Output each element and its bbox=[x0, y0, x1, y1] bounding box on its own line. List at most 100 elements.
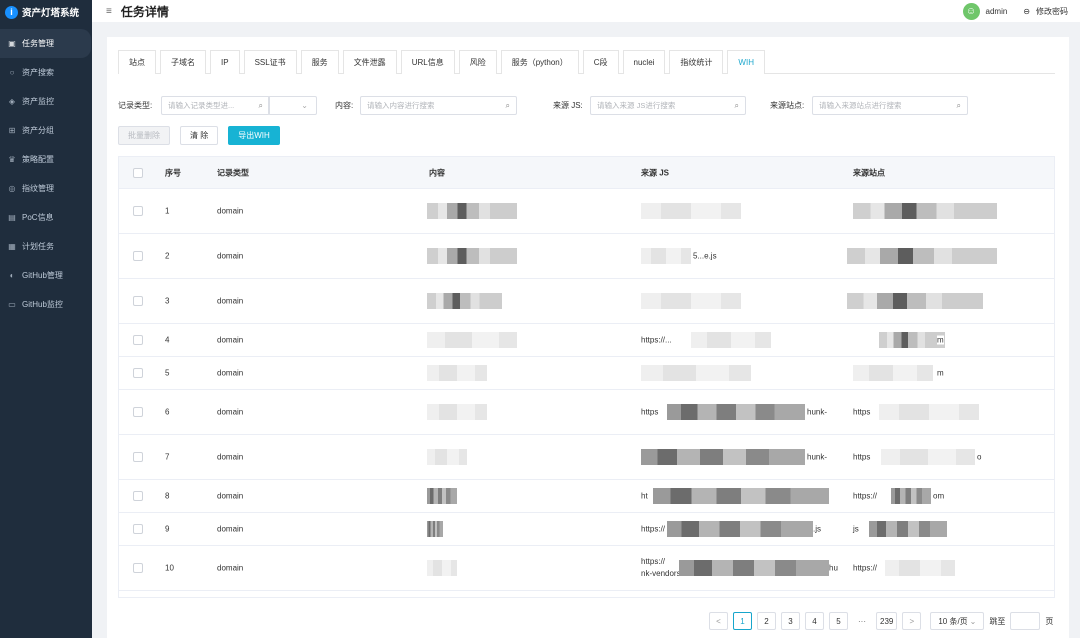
page-size-select[interactable]: 10 条/页 ⌄ bbox=[930, 612, 985, 630]
page-3[interactable]: 3 bbox=[781, 612, 800, 630]
sidebar-item-asset-search[interactable]: ○ 资产搜索 bbox=[0, 58, 92, 87]
redacted-js bbox=[691, 332, 771, 348]
tab-service[interactable]: 服务 bbox=[300, 50, 339, 74]
row-checkbox[interactable] bbox=[133, 251, 143, 261]
source-js-input[interactable]: 请输入来源 JS进行搜索 ⌕ bbox=[590, 96, 746, 115]
tab-ssl-cert[interactable]: SSL证书 bbox=[243, 50, 297, 74]
sidebar-item-github-monitor[interactable]: ▭ GitHub监控 bbox=[0, 290, 92, 319]
tab-c-segment[interactable]: C段 bbox=[582, 50, 619, 74]
record-type-placeholder: 请输入记录类型进... bbox=[168, 101, 235, 110]
prev-page-button[interactable]: < bbox=[709, 612, 728, 630]
row-checkbox[interactable] bbox=[133, 335, 143, 345]
sidebar: i 资产灯塔系统 ▣ 任务管理 ○ 资产搜索 ◈ 资产监控 ⊞ 资产分组 ♛ 策… bbox=[0, 0, 92, 638]
brand-title: 资产灯塔系统 bbox=[22, 8, 80, 19]
row-checkbox[interactable] bbox=[133, 407, 143, 417]
source-site-input[interactable]: 请输入来源站点进行搜索 ⌕ bbox=[812, 96, 968, 115]
redacted-site bbox=[879, 332, 945, 348]
github-icon: ◐ bbox=[9, 271, 15, 280]
tab-site[interactable]: 站点 bbox=[118, 50, 156, 74]
row-checkbox[interactable] bbox=[133, 563, 143, 573]
redacted-content bbox=[427, 332, 517, 348]
sidebar-item-poc-info[interactable]: ▤ PoC信息 bbox=[0, 203, 92, 232]
sidebar-item-label: 指纹管理 bbox=[22, 184, 54, 193]
next-page-button[interactable]: > bbox=[902, 612, 922, 630]
export-wih-button[interactable]: 导出WIH bbox=[228, 126, 280, 145]
top-header: ≡ 任务详情 ☺ admin ⊖ 修改密码 bbox=[92, 0, 1080, 22]
sidebar-item-fingerprint[interactable]: ◎ 指纹管理 bbox=[0, 174, 92, 203]
page-2[interactable]: 2 bbox=[757, 612, 776, 630]
source-js-tail: .js bbox=[813, 524, 821, 534]
tab-file-leak[interactable]: 文件泄露 bbox=[342, 50, 397, 74]
select-all-checkbox[interactable] bbox=[133, 167, 143, 178]
avatar[interactable]: ☺ bbox=[962, 2, 980, 20]
tab-ip[interactable]: IP bbox=[210, 50, 240, 74]
col-index: 序号 bbox=[165, 168, 181, 177]
content-input[interactable]: 请输入内容进行搜索 ⌕ bbox=[360, 96, 517, 115]
source-site-text: https:// bbox=[853, 563, 878, 573]
source-site-tail: o bbox=[977, 452, 982, 462]
redacted-js bbox=[641, 365, 751, 381]
password-icon[interactable]: ⊖ bbox=[1023, 7, 1030, 16]
goto-page-input[interactable] bbox=[1010, 612, 1041, 630]
tab-service-python[interactable]: 服务（python） bbox=[500, 50, 579, 74]
redacted-js bbox=[641, 449, 805, 465]
user-area: ☺ admin ⊖ 修改密码 bbox=[962, 0, 1068, 22]
sidebar-item-github-management[interactable]: ◐ GitHub管理 bbox=[0, 261, 92, 290]
sidebar-item-task-management[interactable]: ▣ 任务管理 bbox=[0, 29, 91, 58]
sidebar-item-policy-config[interactable]: ♛ 策略配置 bbox=[0, 145, 92, 174]
redacted-content bbox=[427, 203, 517, 219]
row-index: 2 bbox=[165, 251, 170, 261]
source-js-text: https:// bbox=[641, 557, 666, 566]
change-password-link[interactable]: 修改密码 bbox=[1036, 6, 1068, 17]
sidebar-item-asset-group[interactable]: ⊞ 资产分组 bbox=[0, 116, 92, 145]
redacted-site bbox=[847, 248, 997, 264]
source-js-placeholder: 请输入来源 JS进行搜索 bbox=[597, 101, 676, 110]
row-checkbox[interactable] bbox=[133, 452, 143, 462]
source-js-line2: nk-vendors. bbox=[641, 569, 683, 578]
row-type: domain bbox=[217, 407, 244, 417]
more-pages[interactable]: ··· bbox=[853, 617, 871, 626]
sidebar-item-label: 任务管理 bbox=[22, 39, 54, 48]
group-icon: ⊞ bbox=[8, 126, 16, 135]
search-icon: ⌕ bbox=[734, 100, 739, 110]
username[interactable]: admin bbox=[986, 7, 1008, 16]
tab-fingerprint-stats[interactable]: 指纹统计 bbox=[669, 50, 724, 74]
table-header: 序号 记录类型 内容 来源 JS 来源站点 bbox=[119, 157, 1054, 189]
source-site-label: 来源站点: bbox=[770, 101, 805, 110]
tab-wih[interactable]: WIH bbox=[727, 50, 765, 74]
page-last[interactable]: 239 bbox=[876, 612, 898, 630]
page-1[interactable]: 1 bbox=[733, 612, 752, 630]
record-type-label: 记录类型: bbox=[118, 101, 153, 110]
redacted-site bbox=[885, 560, 955, 576]
brand: i 资产灯塔系统 bbox=[0, 0, 92, 24]
sidebar-item-scheduled-tasks[interactable]: ▦ 计划任务 bbox=[0, 232, 92, 261]
record-type-select[interactable]: ⌄ bbox=[268, 96, 317, 115]
page-size-value: 10 条/页 bbox=[938, 616, 968, 626]
row-checkbox[interactable] bbox=[133, 524, 143, 534]
page-5[interactable]: 5 bbox=[829, 612, 848, 630]
menu-toggle-icon[interactable]: ≡ bbox=[106, 6, 112, 17]
sidebar-item-label: PoC信息 bbox=[22, 213, 54, 222]
record-type-input[interactable]: 请输入记录类型进... ⌕ bbox=[161, 96, 270, 115]
batch-delete-button[interactable]: 批量删除 bbox=[118, 126, 170, 145]
tab-risk[interactable]: 风险 bbox=[458, 50, 497, 74]
row-checkbox[interactable] bbox=[133, 491, 143, 501]
document-icon: ▤ bbox=[8, 213, 16, 222]
row-checkbox[interactable] bbox=[133, 296, 143, 306]
clear-button[interactable]: 清 除 bbox=[180, 126, 219, 145]
source-site-text: https bbox=[853, 452, 871, 462]
row-checkbox[interactable] bbox=[133, 368, 143, 378]
row-checkbox[interactable] bbox=[133, 206, 143, 216]
redacted-content bbox=[427, 404, 487, 420]
redacted-content bbox=[427, 521, 443, 537]
sidebar-item-asset-monitor[interactable]: ◈ 资产监控 bbox=[0, 87, 92, 116]
tab-url-info[interactable]: URL信息 bbox=[400, 50, 455, 74]
redacted-content bbox=[427, 365, 487, 381]
col-record-type: 记录类型 bbox=[217, 168, 249, 177]
page-4[interactable]: 4 bbox=[805, 612, 824, 630]
redacted-site bbox=[853, 365, 933, 381]
search-icon: ⌕ bbox=[956, 100, 961, 110]
tab-subdomain[interactable]: 子域名 bbox=[160, 50, 206, 74]
tab-nuclei[interactable]: nuclei bbox=[622, 50, 666, 74]
table-row: 10 domain https:// nk-vendors. hu https:… bbox=[119, 546, 1054, 591]
